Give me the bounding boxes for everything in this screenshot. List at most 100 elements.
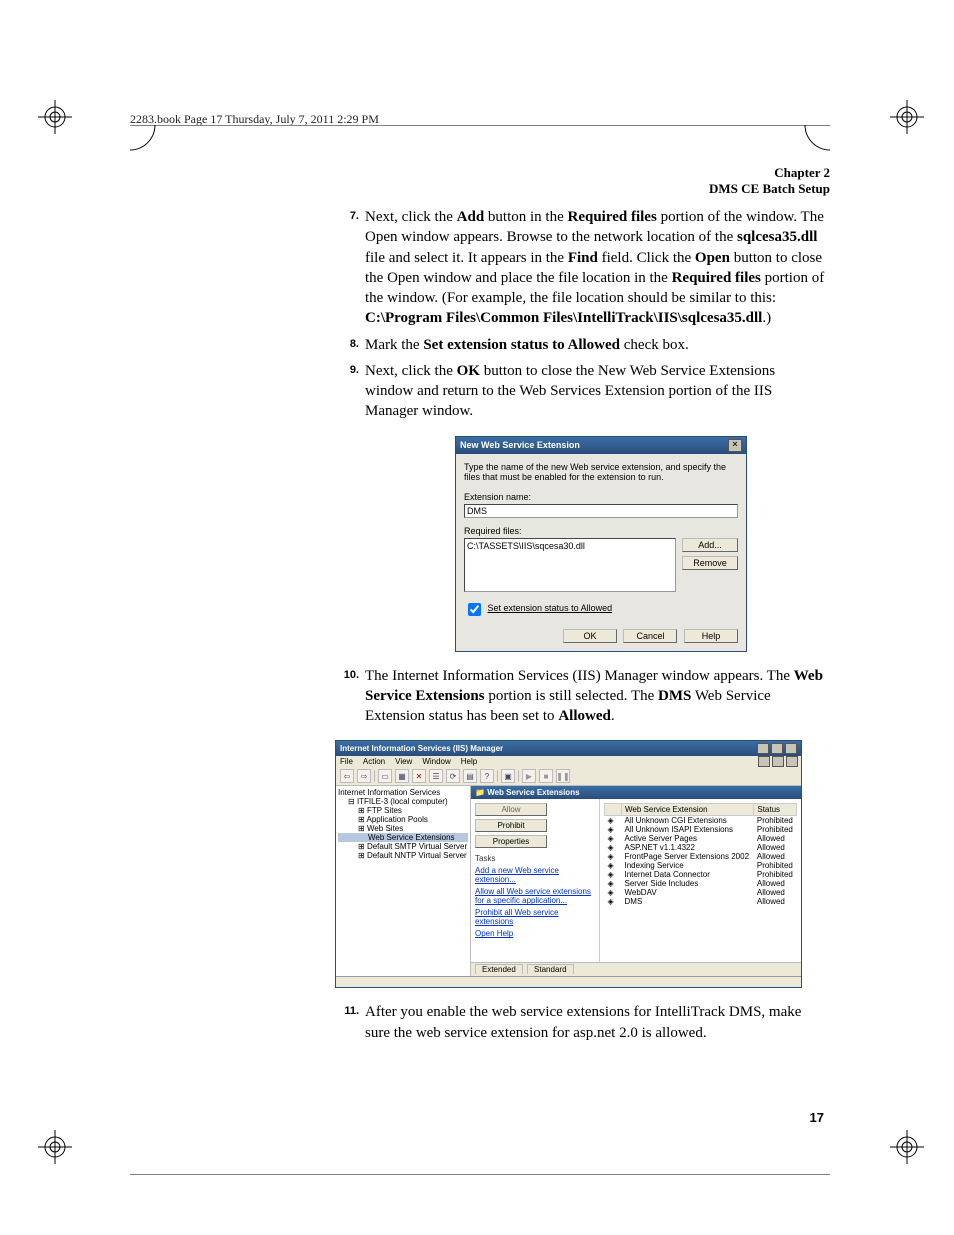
folder-icon[interactable]: ▭ — [378, 769, 392, 783]
menu-view[interactable]: View — [395, 757, 412, 766]
row-icon: ◈ — [605, 861, 622, 870]
row-status: Prohibited — [754, 825, 797, 834]
table-row[interactable]: ◈FrontPage Server Extensions 2002Allowed — [605, 852, 797, 861]
tree-nntp[interactable]: ⊞ Default NNTP Virtual Server — [338, 851, 468, 860]
tree-web-service-extensions[interactable]: Web Service Extensions — [338, 833, 468, 842]
child-minimize-icon[interactable] — [758, 756, 770, 767]
tree-server[interactable]: ⊟ ITFILE-3 (local computer) — [338, 797, 468, 806]
extension-name-label: Extension name: — [464, 492, 738, 502]
prohibit-button[interactable]: Prohibit — [475, 819, 547, 832]
row-name: Server Side Includes — [622, 879, 754, 888]
pane-title: 📁 Web Service Extensions — [471, 786, 801, 799]
row-status: Prohibited — [754, 816, 797, 826]
play-icon[interactable]: ▶ — [522, 769, 536, 783]
allow-button[interactable]: Allow — [475, 803, 547, 816]
menu-help[interactable]: Help — [461, 757, 477, 766]
link-open-help[interactable]: Open Help — [475, 929, 595, 938]
child-restore-icon[interactable] — [772, 756, 784, 767]
page-number: 17 — [810, 1110, 824, 1125]
delete-icon[interactable]: ✕ — [412, 769, 426, 783]
menu-window[interactable]: Window — [422, 757, 450, 766]
help-icon[interactable]: ? — [480, 769, 494, 783]
row-status: Allowed — [754, 852, 797, 861]
step-7-number: 7. — [335, 207, 365, 329]
child-close-icon[interactable] — [786, 756, 798, 767]
row-status: Allowed — [754, 843, 797, 852]
table-row[interactable]: ◈Active Server PagesAllowed — [605, 834, 797, 843]
required-file-item[interactable]: C:\TASSETS\IIS\sqcesa30.dll — [467, 541, 673, 551]
row-icon: ◈ — [605, 888, 622, 897]
extension-name-input[interactable] — [464, 504, 738, 518]
table-row[interactable]: ◈All Unknown ISAPI ExtensionsProhibited — [605, 825, 797, 834]
row-name: Internet Data Connector — [622, 870, 754, 879]
tree-apppools[interactable]: ⊞ Application Pools — [338, 815, 468, 824]
row-status: Allowed — [754, 834, 797, 843]
tab-extended[interactable]: Extended — [475, 964, 523, 974]
step-10-text: The Internet Information Services (IIS) … — [365, 666, 825, 727]
table-row[interactable]: ◈Server Side IncludesAllowed — [605, 879, 797, 888]
status-bar — [336, 976, 801, 987]
allowed-checkbox[interactable] — [468, 603, 481, 616]
stop-icon[interactable]: ■ — [539, 769, 553, 783]
new-web-service-extension-dialog: New Web Service Extension × Type the nam… — [455, 436, 747, 652]
properties-button[interactable]: Properties — [475, 835, 547, 848]
row-icon: ◈ — [605, 843, 622, 852]
help-button[interactable]: Help — [684, 629, 738, 643]
col-status[interactable]: Status — [754, 804, 797, 816]
close-icon[interactable]: × — [728, 439, 742, 452]
row-name: Indexing Service — [622, 861, 754, 870]
table-row[interactable]: ◈All Unknown CGI ExtensionsProhibited — [605, 816, 797, 826]
menu-action[interactable]: Action — [363, 757, 385, 766]
maximize-icon[interactable] — [771, 743, 783, 754]
link-add-extension[interactable]: Add a new Web service extension... — [475, 866, 595, 884]
export-icon[interactable]: ▤ — [463, 769, 477, 783]
row-status: Allowed — [754, 888, 797, 897]
extensions-table: Web Service Extension Status ◈All Unknow… — [604, 803, 797, 906]
refresh-icon[interactable]: ⟳ — [446, 769, 460, 783]
row-status: Allowed — [754, 879, 797, 888]
iis-manager-window: Internet Information Services (IIS) Mana… — [335, 740, 802, 988]
chapter-title: DMS CE Batch Setup — [130, 181, 830, 197]
tree-websites[interactable]: ⊞ Web Sites — [338, 824, 468, 833]
forward-icon[interactable]: ⇨ — [357, 769, 371, 783]
table-row[interactable]: ◈Indexing ServiceProhibited — [605, 861, 797, 870]
tree-view[interactable]: Internet Information Services ⊟ ITFILE-3… — [336, 786, 471, 976]
registration-mark-tl — [38, 100, 72, 134]
table-row[interactable]: ◈Internet Data ConnectorProhibited — [605, 870, 797, 879]
close-icon[interactable] — [785, 743, 797, 754]
step-9-number: 9. — [335, 361, 365, 422]
remove-button[interactable]: Remove — [682, 556, 738, 570]
properties-icon[interactable]: ☰ — [429, 769, 443, 783]
col-icon[interactable] — [605, 804, 622, 816]
grid-icon[interactable]: ▦ — [395, 769, 409, 783]
row-status: Prohibited — [754, 861, 797, 870]
add-button[interactable]: Add... — [682, 538, 738, 552]
toolbar: ⇦ ⇨ ▭ ▦ ✕ ☰ ⟳ ▤ ? ▣ ▶ ■ ❚❚ — [336, 767, 801, 786]
ok-button[interactable]: OK — [563, 629, 617, 643]
back-icon[interactable]: ⇦ — [340, 769, 354, 783]
tree-root[interactable]: Internet Information Services — [338, 788, 468, 797]
menu-file[interactable]: File — [340, 757, 353, 766]
table-row[interactable]: ◈WebDAVAllowed — [605, 888, 797, 897]
tab-standard[interactable]: Standard — [527, 964, 573, 974]
computer-icon[interactable]: ▣ — [501, 769, 515, 783]
pause-icon[interactable]: ❚❚ — [556, 769, 570, 783]
allowed-checkbox-label[interactable]: Set extension status to Allowed — [464, 603, 612, 613]
required-files-list[interactable]: C:\TASSETS\IIS\sqcesa30.dll — [464, 538, 676, 592]
cancel-button[interactable]: Cancel — [623, 629, 677, 643]
link-prohibit-all[interactable]: Prohibit all Web service extensions — [475, 908, 595, 926]
dialog-description: Type the name of the new Web service ext… — [464, 462, 738, 482]
table-row[interactable]: ◈DMSAllowed — [605, 897, 797, 906]
registration-mark-br — [890, 1130, 924, 1164]
table-row[interactable]: ◈ASP.NET v1.1.4322Allowed — [605, 843, 797, 852]
row-icon: ◈ — [605, 870, 622, 879]
link-allow-all[interactable]: Allow all Web service extensions for a s… — [475, 887, 595, 905]
row-name: All Unknown ISAPI Extensions — [622, 825, 754, 834]
tree-smtp[interactable]: ⊞ Default SMTP Virtual Server — [338, 842, 468, 851]
col-extension[interactable]: Web Service Extension — [622, 804, 754, 816]
row-icon: ◈ — [605, 897, 622, 906]
tree-ftp[interactable]: ⊞ FTP Sites — [338, 806, 468, 815]
row-icon: ◈ — [605, 816, 622, 826]
minimize-icon[interactable] — [757, 743, 769, 754]
row-icon: ◈ — [605, 852, 622, 861]
